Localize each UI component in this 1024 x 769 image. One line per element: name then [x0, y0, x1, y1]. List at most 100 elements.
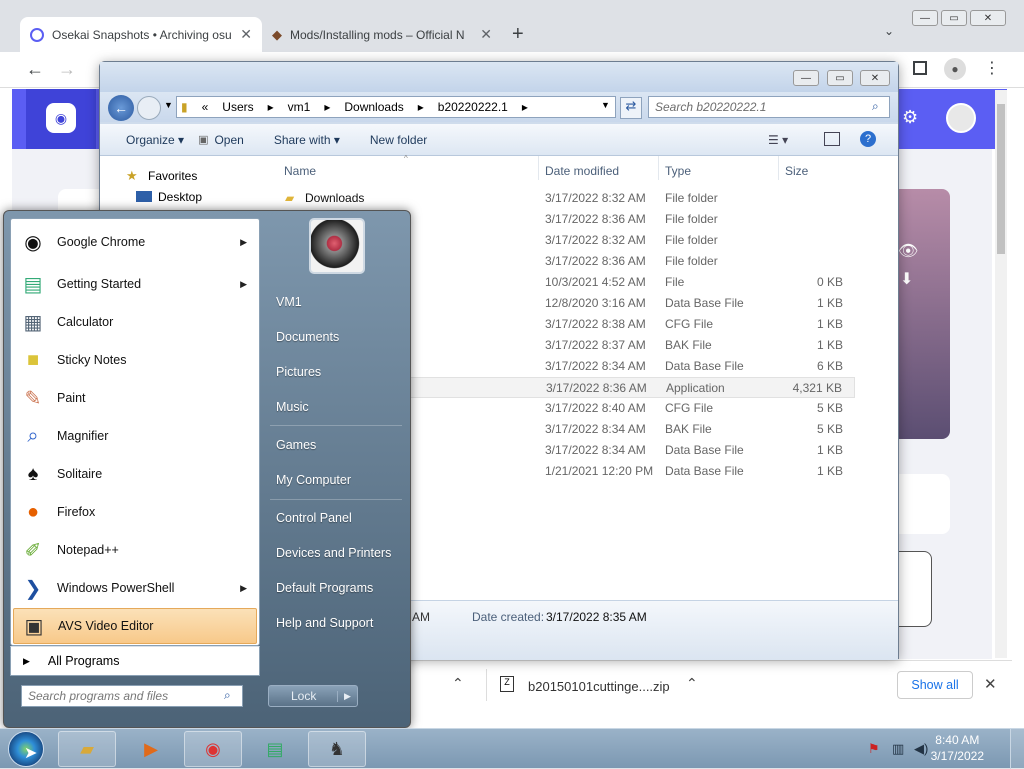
download-item-name[interactable]: b20150101cuttinge....zip — [528, 679, 670, 694]
show-all-button[interactable]: Show all — [897, 671, 973, 699]
taskbar-explorer-icon[interactable]: ▰ — [58, 731, 116, 767]
address-dropdown-icon[interactable]: ▼ — [601, 100, 610, 110]
column-divider[interactable] — [778, 156, 779, 180]
program-paint[interactable]: ✎ Paint — [13, 380, 257, 416]
osekai-app-switcher[interactable]: ◉ — [26, 89, 96, 149]
tab-mods[interactable]: ◆ Mods/Installing mods – Official N ✕ — [262, 17, 502, 52]
organize-button[interactable]: Organize ▾ — [126, 133, 184, 147]
program-calculator[interactable]: ▦ Calculator — [13, 304, 257, 340]
column-divider[interactable] — [658, 156, 659, 180]
program-firefox[interactable]: ● Firefox — [13, 494, 257, 530]
nav-desktop[interactable]: Desktop — [158, 190, 202, 204]
nav-favorites[interactable]: Favorites — [148, 169, 197, 183]
column-name[interactable]: Name — [284, 164, 316, 178]
user-picture[interactable] — [309, 218, 365, 274]
breadcrumb-separator[interactable]: ▸ — [418, 100, 424, 114]
address-bar[interactable]: ▮ « Users ▸ vm1 ▸ Downloads ▸ b20220222.… — [176, 96, 616, 118]
start-place-control-panel[interactable]: Control Panel — [276, 503, 406, 533]
column-divider[interactable] — [538, 156, 539, 180]
recent-pages-icon[interactable]: ▼ — [164, 100, 173, 110]
column-date-modified[interactable]: Date modified — [545, 164, 619, 178]
user-avatar[interactable] — [946, 103, 976, 133]
side-panel-icon[interactable] — [913, 61, 927, 75]
breadcrumb-users[interactable]: Users — [222, 100, 253, 114]
help-icon[interactable]: ? — [860, 131, 876, 147]
breadcrumb-separator[interactable]: ▸ — [268, 100, 274, 114]
settings-gear-icon[interactable]: ⚙ — [902, 107, 918, 128]
menu-icon[interactable]: ⋮ — [984, 58, 1000, 78]
scrollbar-thumb[interactable] — [997, 104, 1005, 254]
lock-button[interactable]: Lock ▶ — [268, 685, 358, 707]
column-type[interactable]: Type — [665, 164, 691, 178]
all-programs-button[interactable]: ▶ All Programs — [10, 646, 260, 676]
start-place-default-programs[interactable]: Default Programs — [276, 573, 406, 603]
action-center-icon[interactable]: ⚑ — [868, 741, 880, 757]
explorer-search-input[interactable]: Search b20220222.1 — [648, 96, 890, 118]
profile-icon[interactable]: ● — [944, 58, 966, 80]
breadcrumb-downloads[interactable]: Downloads — [344, 100, 403, 114]
start-place-vm1[interactable]: VM1 — [276, 287, 406, 317]
refresh-icon[interactable]: ⇄ — [620, 97, 642, 119]
explorer-close-button[interactable]: ✕ — [860, 70, 890, 86]
preview-pane-icon[interactable] — [824, 132, 840, 146]
open-button[interactable]: Open — [214, 133, 243, 147]
taskbar-media-player-icon[interactable]: ▶ — [122, 731, 180, 767]
chevron-up-icon[interactable]: ⌃ — [686, 675, 698, 692]
close-window-button[interactable]: ✕ — [970, 10, 1006, 26]
close-tab-icon[interactable]: ✕ — [480, 26, 492, 43]
forward-icon[interactable] — [137, 96, 161, 120]
back-icon[interactable]: ← — [26, 59, 44, 80]
start-place-my-computer[interactable]: My Computer — [276, 465, 406, 495]
taskbar-chess-icon[interactable]: ♞ — [308, 731, 366, 767]
new-folder-button[interactable]: New folder — [370, 133, 427, 147]
taskbar-chrome-icon[interactable]: ◉ — [184, 731, 242, 767]
start-place-documents[interactable]: Documents — [276, 322, 406, 352]
breadcrumb-vm1[interactable]: vm1 — [288, 100, 311, 114]
explorer-maximize-button[interactable]: ▭ — [827, 70, 853, 86]
start-place-games[interactable]: Games — [276, 430, 406, 460]
breadcrumb-separator[interactable]: ▸ — [324, 100, 330, 114]
page-scrollbar[interactable] — [995, 90, 1007, 658]
start-place-devices-printers[interactable]: Devices and Printers — [276, 538, 406, 568]
breadcrumb-current[interactable]: b20220222.1 — [438, 100, 508, 114]
start-search-input[interactable]: Search programs and files — [21, 685, 243, 707]
program-google-chrome[interactable]: ◉ Google Chrome ▶ — [13, 224, 257, 260]
program-magnifier[interactable]: ⌕ Magnifier — [13, 418, 257, 454]
explorer-minimize-button[interactable]: — — [793, 70, 819, 86]
file-row[interactable]: ▰ Downloads 3/17/2022 8:32 AM File folder — [265, 188, 855, 209]
back-icon[interactable]: ← — [108, 95, 134, 121]
tab-search-icon[interactable]: ⌄ — [884, 24, 894, 38]
volume-icon[interactable]: ◀) — [914, 741, 928, 757]
program-avs-video-editor[interactable]: ▣ AVS Video Editor — [13, 608, 257, 644]
shutdown-options-icon[interactable]: ▶ — [337, 690, 357, 702]
forward-icon[interactable]: → — [58, 59, 76, 80]
program-getting-started[interactable]: ▤ Getting Started ▶ — [13, 266, 257, 302]
close-download-bar-icon[interactable]: ✕ — [984, 675, 997, 693]
taskbar-monitor-icon[interactable]: ▤ — [246, 731, 304, 767]
program-sticky-notes[interactable]: ■ Sticky Notes — [13, 342, 257, 378]
submenu-arrow-icon[interactable]: ▶ — [240, 279, 247, 290]
close-tab-icon[interactable]: ✕ — [240, 26, 252, 43]
download-icon[interactable]: ⬇ — [900, 269, 913, 289]
view-icon[interactable]: 👁 — [898, 241, 918, 261]
breadcrumb-separator[interactable]: ▸ — [522, 100, 528, 114]
chevron-up-icon[interactable]: ⌃ — [452, 675, 464, 692]
submenu-arrow-icon[interactable]: ▶ — [240, 583, 247, 594]
program-notepadpp[interactable]: ✐ Notepad++ — [13, 532, 257, 568]
maximize-button[interactable]: ▭ — [941, 10, 967, 26]
network-icon[interactable]: ▥ — [892, 741, 904, 757]
program-windows-powershell[interactable]: ❯ Windows PowerShell ▶ — [13, 570, 257, 606]
share-with-button[interactable]: Share with ▾ — [274, 133, 340, 147]
start-place-pictures[interactable]: Pictures — [276, 357, 406, 387]
new-tab-button[interactable]: + — [512, 23, 524, 46]
view-options-icon[interactable]: ☰ ▾ — [768, 133, 788, 147]
start-place-help-support[interactable]: Help and Support — [276, 608, 406, 638]
tab-osekai[interactable]: Osekai Snapshots • Archiving osu ✕ — [20, 17, 262, 52]
submenu-arrow-icon[interactable]: ▶ — [240, 237, 247, 248]
show-desktop-button[interactable] — [1010, 729, 1024, 769]
taskbar-clock[interactable]: 8:40 AM 3/17/2022 — [931, 732, 984, 764]
breadcrumb-overflow[interactable]: « — [202, 100, 209, 114]
column-size[interactable]: Size — [785, 164, 808, 178]
start-place-music[interactable]: Music — [276, 392, 406, 422]
program-solitaire[interactable]: ♠ Solitaire — [13, 456, 257, 492]
